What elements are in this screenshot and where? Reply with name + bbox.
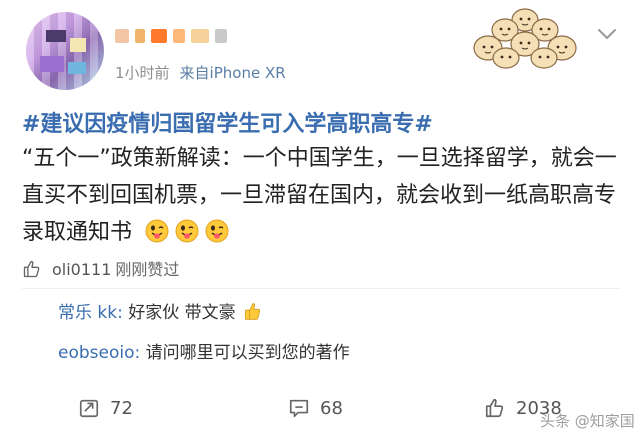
avatar-pixel — [40, 56, 64, 72]
post-text: “五个一”政策新解读：一个中国学生，一旦选择留学，就会一直买不到回国机票，一旦滞… — [22, 146, 617, 245]
comment-author[interactable]: 常乐 kk: — [58, 303, 123, 323]
liker-name[interactable]: oli0111 — [52, 260, 111, 279]
comment-text: 好家伙 带文豪 — [128, 303, 236, 323]
comment-count: 68 — [320, 397, 343, 419]
thumb-up-icon — [485, 398, 504, 418]
tongue-emoji-icon — [205, 219, 229, 243]
username-pixel — [115, 29, 129, 43]
post-topic-link[interactable]: #建议因疫情归国留学生可入学高职高专# — [22, 106, 433, 138]
avatar-pixel — [46, 30, 66, 42]
repost-count: 72 — [110, 397, 133, 419]
avatar-pixel — [68, 62, 86, 74]
username-pixel — [191, 29, 209, 43]
comment-text: 请问哪里可以买到您的著作 — [145, 343, 350, 363]
repost-icon — [79, 399, 99, 418]
avatar-pixel — [70, 38, 86, 52]
comment-icon — [289, 399, 309, 418]
thumbs-up-emoji-icon — [245, 303, 261, 320]
username-pixel — [215, 29, 227, 43]
post-meta: 1小时前 来自iPhone XR — [115, 62, 286, 83]
comment-author[interactable]: eobseoio: — [58, 343, 140, 363]
watermark: 头条 @知家国 — [540, 412, 635, 430]
username-pixel — [173, 29, 185, 43]
thumb-up-icon — [23, 260, 40, 278]
post-time: 1小时前 — [115, 64, 170, 82]
username-pixel — [135, 29, 145, 43]
post-content: “五个一”政策新解读：一个中国学生，一旦选择留学，就会一直买不到回国机票，一旦滞… — [22, 140, 622, 251]
likes-text: 刚刚赞过 — [115, 260, 180, 279]
user-avatar[interactable] — [26, 12, 104, 90]
tongue-emoji-icon — [145, 219, 169, 243]
repost-button[interactable]: 72 — [78, 388, 133, 428]
sticker-group-icon — [473, 8, 577, 69]
username-pixel — [151, 29, 167, 43]
likes-row: oli0111 刚刚赞过 — [22, 256, 179, 284]
chevron-down-icon[interactable] — [596, 26, 618, 42]
tongue-emoji-icon — [175, 219, 199, 243]
post-device: 来自iPhone XR — [179, 64, 286, 82]
blurred-username[interactable] — [115, 28, 275, 52]
comment-item[interactable]: eobseoio: 请问哪里可以买到您的著作 — [58, 338, 350, 363]
divider — [22, 288, 620, 289]
comment-item[interactable]: 常乐 kk: 好家伙 带文豪 — [58, 298, 263, 323]
comment-button[interactable]: 68 — [288, 388, 343, 428]
